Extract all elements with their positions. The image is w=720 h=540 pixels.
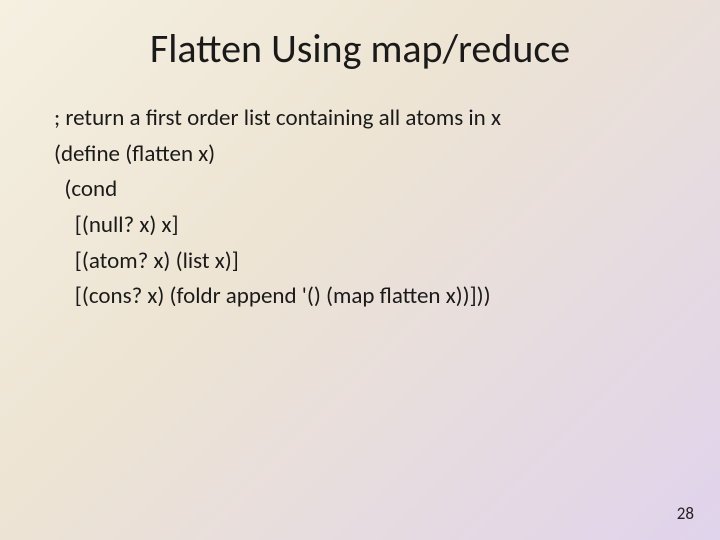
slide-title: Flatten Using map/reduce	[0, 0, 720, 73]
code-line: [(cons? x) (foldr append '() (map flatte…	[54, 279, 720, 315]
code-block: ; return a first order list containing a…	[54, 101, 720, 315]
code-line: (cond	[54, 172, 720, 208]
code-line: [(atom? x) (list x)]	[54, 244, 720, 280]
code-line: (define (flatten x)	[54, 137, 720, 173]
code-line: [(null? x) x]	[54, 208, 720, 244]
code-comment: ; return a first order list containing a…	[54, 101, 720, 137]
page-number: 28	[677, 503, 694, 524]
